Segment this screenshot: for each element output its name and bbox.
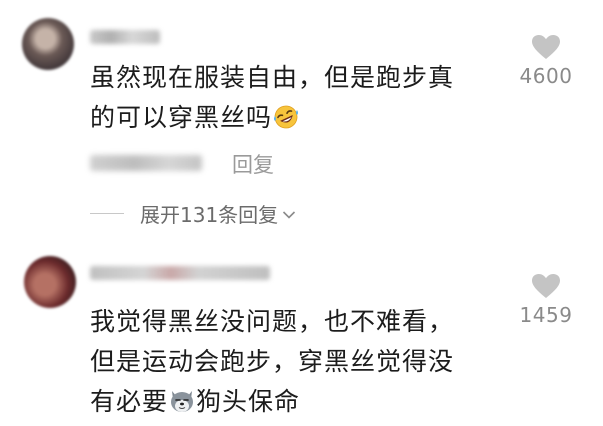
like-count: 1459 xyxy=(519,303,573,327)
comment-text: 虽然现在服装自由，但是跑步真 的可以穿黑丝吗 xyxy=(90,58,490,138)
comment-line: 的可以穿黑丝吗 xyxy=(90,98,490,138)
comment-line: 有必要 狗头保命 xyxy=(90,382,490,422)
like-button[interactable]: 1459 xyxy=(506,273,586,327)
reply-button[interactable]: 回复 xyxy=(232,149,274,179)
comment-line-text: 有必要 xyxy=(90,387,169,416)
dog-head-icon xyxy=(168,386,196,412)
comment-line-text: 的可以穿黑丝吗 xyxy=(90,103,273,132)
rolling-on-floor-laughing-icon xyxy=(272,102,300,129)
expand-replies-button[interactable]: 展开131条回复 xyxy=(90,198,296,228)
timestamp-blurred xyxy=(90,155,202,171)
divider xyxy=(90,212,124,214)
avatar[interactable] xyxy=(24,256,76,308)
comment-line: 虽然现在服装自由，但是跑步真 xyxy=(90,63,455,92)
username-blurred[interactable] xyxy=(90,266,270,280)
comment-line-text: 狗头保命 xyxy=(196,387,301,416)
comment-text: 我觉得黑丝没问题，也不难看， 但是运动会跑步，穿黑丝觉得没 有必要 狗头保命 xyxy=(90,302,490,422)
expand-replies-label: 展开131条回复 xyxy=(140,202,279,227)
comment-line: 我觉得黑丝没问题，也不难看， xyxy=(90,307,455,336)
like-count: 4600 xyxy=(519,64,573,88)
chevron-down-icon xyxy=(282,201,296,225)
heart-icon xyxy=(532,274,560,298)
heart-icon xyxy=(532,35,560,59)
avatar[interactable] xyxy=(22,18,74,70)
comment-line: 但是运动会跑步，穿黑丝觉得没 xyxy=(90,347,455,376)
username-blurred[interactable] xyxy=(90,30,160,44)
like-button[interactable]: 4600 xyxy=(506,34,586,88)
